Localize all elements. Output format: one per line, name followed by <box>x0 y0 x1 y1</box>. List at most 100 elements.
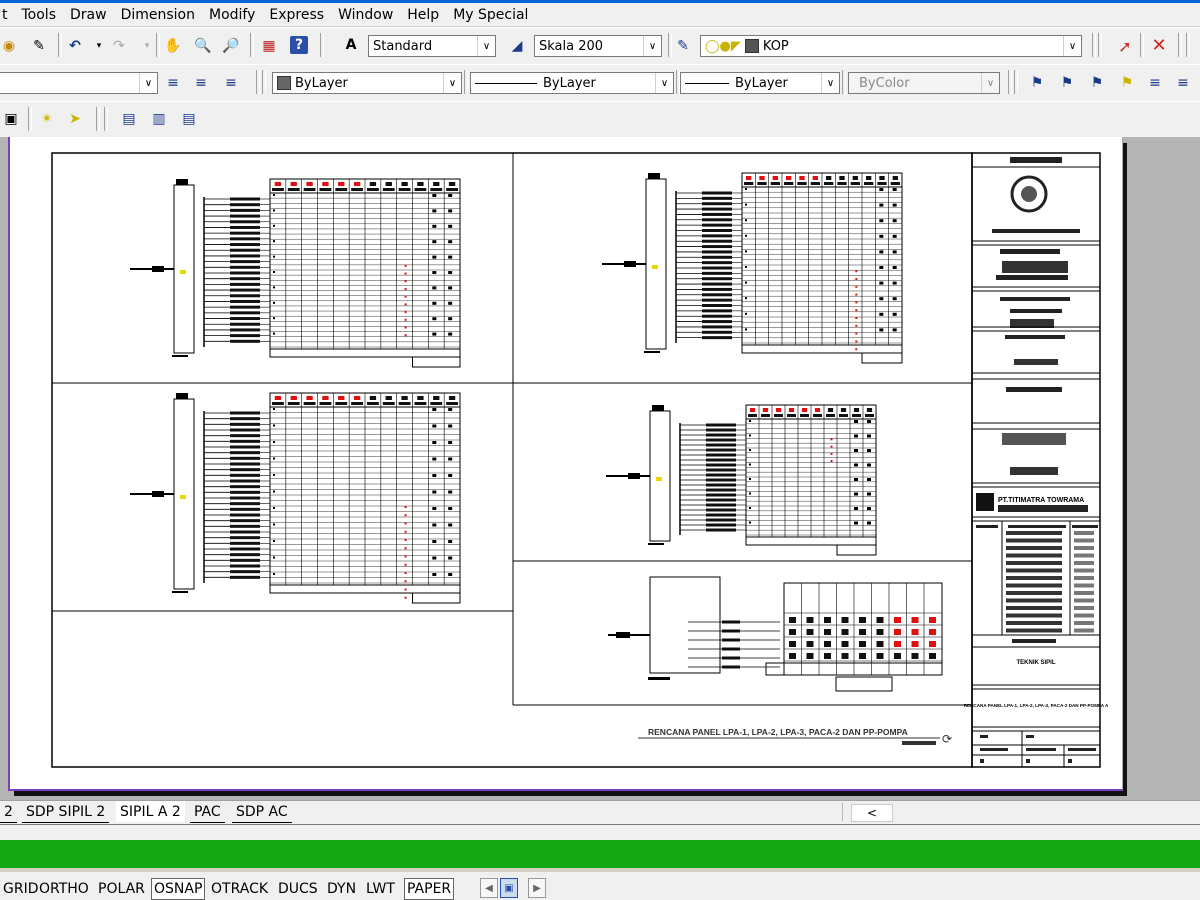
layer-dropdown[interactable]: ◯●◤ KOP ∨ <box>700 35 1082 57</box>
layer-isolate-icon[interactable]: ≡ <box>192 74 210 92</box>
layer-off-icon[interactable]: ⚑ <box>1028 74 1046 92</box>
layer-delete-icon[interactable]: ≡ <box>1174 74 1192 92</box>
status-label: OTRACK <box>211 881 269 897</box>
layer-merge-icon[interactable]: ≡ <box>1146 74 1164 92</box>
standard-toolbar: ◉ ✎ ↶ ▾ ↷ ▾ ✋ 🔍 🔎 ▦ ? A Standard ∨ ◢ Ska… <box>0 27 1200 65</box>
draworder-back-icon[interactable]: ▥ <box>150 110 168 128</box>
north-arrow-icon: ⟳ <box>942 732 952 746</box>
menu-item-express[interactable]: Express <box>262 7 331 23</box>
color-value: ByLayer <box>295 75 348 91</box>
command-line[interactable] <box>0 824 1200 841</box>
layer-freeze-icon[interactable]: ⚑ <box>1058 74 1076 92</box>
layer-manager-icon[interactable]: ✎ <box>674 37 692 55</box>
help-icon[interactable]: ? <box>290 36 308 54</box>
color-dropdown[interactable]: ByLayer ∨ <box>272 72 462 94</box>
toolbar-separator <box>262 70 266 94</box>
zoom-realtime-icon[interactable]: 🔍 <box>194 37 212 55</box>
layer-filter-dropdown[interactable]: ∨ <box>0 72 158 94</box>
tab-label: SDP SIPIL 2 <box>26 803 106 820</box>
line-icon[interactable]: ➚ <box>1116 37 1134 56</box>
redo-dropdown-icon[interactable]: ▾ <box>138 37 156 55</box>
toolbar-separator <box>256 70 260 94</box>
draworder-front-icon[interactable]: ▤ <box>120 110 138 128</box>
title-block-rows <box>1006 531 1094 633</box>
menu-item-help[interactable]: Help <box>400 7 446 23</box>
menu-item-dimension[interactable]: Dimension <box>114 7 202 23</box>
menu-item-tools[interactable]: Tools <box>15 7 64 23</box>
command-line-bar[interactable] <box>0 840 1200 868</box>
lineweight-dropdown[interactable]: ByLayer ∨ <box>680 72 840 94</box>
menu-item-my-special[interactable]: My Special <box>446 7 535 23</box>
toolbar-separator <box>1140 33 1144 57</box>
tab-label: 2 <box>4 803 13 820</box>
tab-pac[interactable]: PAC <box>190 801 225 823</box>
menu-item-modify[interactable]: Modify <box>202 7 262 23</box>
matchprop-icon[interactable]: ✎ <box>30 37 48 55</box>
status-polar[interactable]: POLAR <box>95 878 148 900</box>
toolbar-separator <box>464 70 468 94</box>
status-label: GRID <box>3 881 39 897</box>
status-label: DUCS <box>278 881 318 897</box>
layer-previous-icon[interactable]: ≡ <box>164 74 182 92</box>
zoom-window-icon[interactable]: 🔎 <box>222 37 240 55</box>
attribute-edit-icon[interactable]: ✴ <box>38 110 56 128</box>
status-label: POLAR <box>98 881 145 897</box>
maximize-viewport-icon[interactable]: ▣ <box>500 878 518 898</box>
lineweight-preview <box>685 82 729 84</box>
tab-label: SDP AC <box>236 803 288 820</box>
tab-sdp-ac[interactable]: SDP AC <box>232 801 292 823</box>
tab-layout-2[interactable]: 2 <box>0 801 17 823</box>
draworder-text-icon[interactable]: ▤ <box>180 110 198 128</box>
status-otrack[interactable]: OTRACK <box>208 878 271 900</box>
layer-lock-icon[interactable]: ⚑ <box>1088 74 1106 92</box>
plot-icon[interactable]: ◉ <box>0 37 18 55</box>
erase-icon[interactable]: ✕ <box>1150 35 1168 56</box>
tab-sipil-a-2[interactable]: SIPIL A 2 <box>116 801 185 822</box>
toolbar-separator <box>668 33 672 57</box>
block-icon[interactable]: ▣ <box>2 110 20 128</box>
pan-icon[interactable]: ✋ <box>164 37 182 55</box>
title-block: PT.TITIMATRA TOWRAMA TEKNIK SIPIL RENCAN… <box>964 152 1109 768</box>
scroll-left-icon[interactable]: < <box>851 804 893 822</box>
status-label: ORTHO <box>39 881 89 897</box>
plotstyle-dropdown[interactable]: ByColor ∨ <box>848 72 1000 94</box>
tab-sdp-sipil-2[interactable]: SDP SIPIL 2 <box>22 801 110 823</box>
toolpalettes-icon[interactable]: ▦ <box>260 37 278 55</box>
menu-item-file[interactable]: t <box>0 7 15 23</box>
text-style-icon: A <box>345 37 357 53</box>
status-ducs[interactable]: DUCS <box>275 878 321 900</box>
toolbar-separator <box>96 107 100 131</box>
status-dyn[interactable]: DYN <box>324 878 359 900</box>
scroll-right-icon[interactable]: ▶ <box>528 878 546 898</box>
undo-icon[interactable]: ↶ <box>66 37 84 55</box>
chevron-down-icon: ∨ <box>643 36 661 56</box>
layer-walk-icon[interactable]: ≡ <box>222 74 240 92</box>
dim-style-dropdown[interactable]: Skala 200 ∨ <box>534 35 662 57</box>
menu-item-window[interactable]: Window <box>331 7 400 23</box>
menu-item-draw[interactable]: Draw <box>63 7 114 23</box>
menu-bar: t Tools Draw Dimension Modify Express Wi… <box>0 3 1200 26</box>
status-paper[interactable]: PAPER <box>404 878 455 900</box>
undo-dropdown-icon[interactable]: ▾ <box>90 37 108 55</box>
title-block-description: RENCANA PANEL LPA-1, LPA-2, LPA-3, PACA-… <box>964 703 1109 708</box>
plotstyle-value: ByColor <box>859 75 910 91</box>
toolbar-separator <box>842 70 846 94</box>
status-label: DYN <box>327 881 357 897</box>
toolbar-separator <box>1092 33 1096 57</box>
status-label: PAPER <box>407 881 452 897</box>
text-style-value: Standard <box>373 38 433 54</box>
scroll-left-icon[interactable]: ◀ <box>480 878 498 898</box>
dim-style-value: Skala 200 <box>539 38 604 54</box>
horizontal-scrollbar[interactable]: < <box>842 803 1200 822</box>
linetype-preview <box>475 82 537 84</box>
drawing-area[interactable]: PT.TITIMATRA TOWRAMA TEKNIK SIPIL RENCAN… <box>0 137 1200 800</box>
text-style-dropdown[interactable]: Standard ∨ <box>368 35 496 57</box>
status-ortho[interactable]: ORTHO <box>36 878 92 900</box>
layer-on-icon[interactable]: ⚑ <box>1118 74 1136 92</box>
linetype-dropdown[interactable]: ByLayer ∨ <box>470 72 674 94</box>
status-lwt[interactable]: LWT <box>363 878 398 900</box>
status-osnap[interactable]: OSNAP <box>151 878 206 900</box>
redo-icon[interactable]: ↷ <box>110 37 128 55</box>
toolbar-separator <box>250 33 254 57</box>
attribute-sync-icon[interactable]: ➤ <box>66 110 84 128</box>
